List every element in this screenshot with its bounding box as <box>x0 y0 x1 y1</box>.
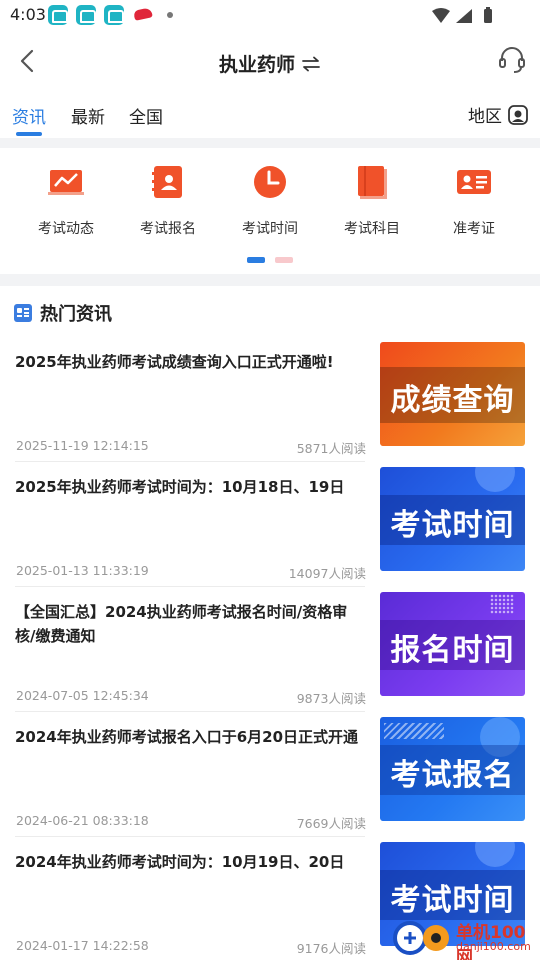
article-title: 2024年执业药师考试时间为：10月19日、20日 <box>15 853 345 871</box>
quick-entry-exam-news[interactable]: 考试动态 <box>15 162 117 238</box>
list-divider <box>15 586 365 587</box>
page-title-area: 执业药师 <box>0 50 540 77</box>
article-item[interactable]: 【全国汇总】2024执业药师考试报名时间/资格审核/缴费通知 2024-07-0… <box>0 592 540 724</box>
article-date: 2024-06-21 08:33:18 <box>16 813 149 828</box>
status-time: 4:03 <box>10 5 46 24</box>
quick-entry-label: 考试科目 <box>344 221 400 237</box>
car-app-icon <box>104 5 124 25</box>
pager-dot[interactable] <box>275 257 293 263</box>
watermark-logo-icon <box>393 921 449 955</box>
article-views: 14097人阅读 <box>288 566 366 581</box>
more-notifications-icon <box>167 12 173 18</box>
site-watermark: 单机100网 danji100.com <box>392 918 540 960</box>
tab-latest[interactable]: 最新 <box>71 103 105 128</box>
active-tab-indicator <box>16 132 42 136</box>
article-item[interactable]: 2025年执业药师考试时间为：10月18日、19日 2025-01-13 11:… <box>0 467 540 599</box>
quick-entry-label: 考试动态 <box>38 221 94 237</box>
article-date: 2025-01-13 11:33:19 <box>16 563 149 578</box>
swap-icon <box>302 56 320 72</box>
article-item[interactable]: 2025年执业药师考试成绩查询入口正式开通啦! 2025-11-19 12:14… <box>0 342 540 474</box>
article-title: 2024年执业药师考试报名入口于6月20日正式开通 <box>15 728 359 746</box>
article-thumbnail: 考试报名 <box>380 717 525 821</box>
section-header: 热门资讯 <box>14 300 112 326</box>
watermark-url: danji100.com <box>456 940 531 953</box>
quick-entry-label: 考试时间 <box>242 221 298 237</box>
thumbnail-text: 报名时间 <box>390 633 515 668</box>
quick-entry-subjects[interactable]: 考试科目 <box>321 162 423 238</box>
article-date: 2024-07-05 12:45:34 <box>16 688 149 703</box>
article-date: 2025-11-19 12:14:15 <box>16 438 149 453</box>
pager-dot-active[interactable] <box>247 257 265 263</box>
wifi-icon <box>432 8 450 23</box>
article-thumbnail: 报名时间 <box>380 592 525 696</box>
tab-news[interactable]: 资讯 <box>12 103 46 128</box>
tab-national[interactable]: 全国 <box>129 103 163 128</box>
article-item[interactable]: 2024年执业药师考试报名入口于6月20日正式开通 2024-06-21 08:… <box>0 717 540 849</box>
tab-bar: 资讯 最新 全国 地区 <box>0 100 540 136</box>
book-icon <box>352 162 392 202</box>
thumbnail-text: 成绩查询 <box>390 383 515 418</box>
article-thumbnail: 成绩查询 <box>380 342 525 446</box>
quick-entry-exam-time[interactable]: 考试时间 <box>219 162 321 238</box>
region-label: 地区 <box>468 107 502 127</box>
article-date: 2024-01-17 14:22:58 <box>16 938 149 953</box>
back-icon[interactable] <box>14 46 44 76</box>
car-notification-icon <box>133 7 153 21</box>
quick-entry-label: 考试报名 <box>140 221 196 237</box>
page-title: 执业药师 <box>218 54 295 76</box>
watermark-text: 单机100网 <box>456 923 526 960</box>
list-divider <box>15 836 365 837</box>
signal-icon <box>456 9 472 23</box>
id-card-icon <box>454 162 494 202</box>
article-views: 5871人阅读 <box>296 441 366 456</box>
battery-icon <box>484 9 492 23</box>
exam-switcher[interactable]: 执业药师 <box>219 54 321 76</box>
article-thumbnail: 考试时间 <box>380 467 525 571</box>
quick-entry-grid: 考试动态 考试报名 考试时间 考试科目 准考证 <box>0 150 540 250</box>
article-views: 9873人阅读 <box>296 691 366 706</box>
news-icon <box>14 304 32 322</box>
contact-book-icon <box>148 162 188 202</box>
thumbnail-text: 考试报名 <box>390 758 515 793</box>
article-title: 2025年执业药师考试成绩查询入口正式开通啦! <box>15 353 334 371</box>
quick-entry-admission-ticket[interactable]: 准考证 <box>423 162 525 238</box>
quick-entry-registration[interactable]: 考试报名 <box>117 162 219 238</box>
article-title: 【全国汇总】2024执业药师考试报名时间/资格审核/缴费通知 <box>15 603 348 645</box>
list-divider <box>15 711 365 712</box>
article-views: 7669人阅读 <box>296 816 366 831</box>
status-bar: 4:03 <box>0 0 540 32</box>
quick-entry-label: 准考证 <box>453 221 495 237</box>
trend-chart-icon <box>46 162 86 202</box>
region-selector[interactable]: 地区 <box>468 102 528 127</box>
divider-band <box>0 274 540 286</box>
car-app-icon <box>76 5 96 25</box>
list-divider <box>15 461 365 462</box>
car-app-icon <box>48 5 68 25</box>
location-icon <box>508 104 528 125</box>
section-title: 热门资讯 <box>40 304 112 325</box>
system-status-icons <box>432 7 492 23</box>
divider-band <box>0 138 540 148</box>
clock-icon <box>250 162 290 202</box>
thumbnail-text: 考试时间 <box>390 883 515 918</box>
article-title: 2025年执业药师考试时间为：10月18日、19日 <box>15 478 345 496</box>
thumbnail-text: 考试时间 <box>390 508 515 543</box>
article-views: 9176人阅读 <box>296 941 366 956</box>
customer-service-icon[interactable] <box>496 44 528 76</box>
